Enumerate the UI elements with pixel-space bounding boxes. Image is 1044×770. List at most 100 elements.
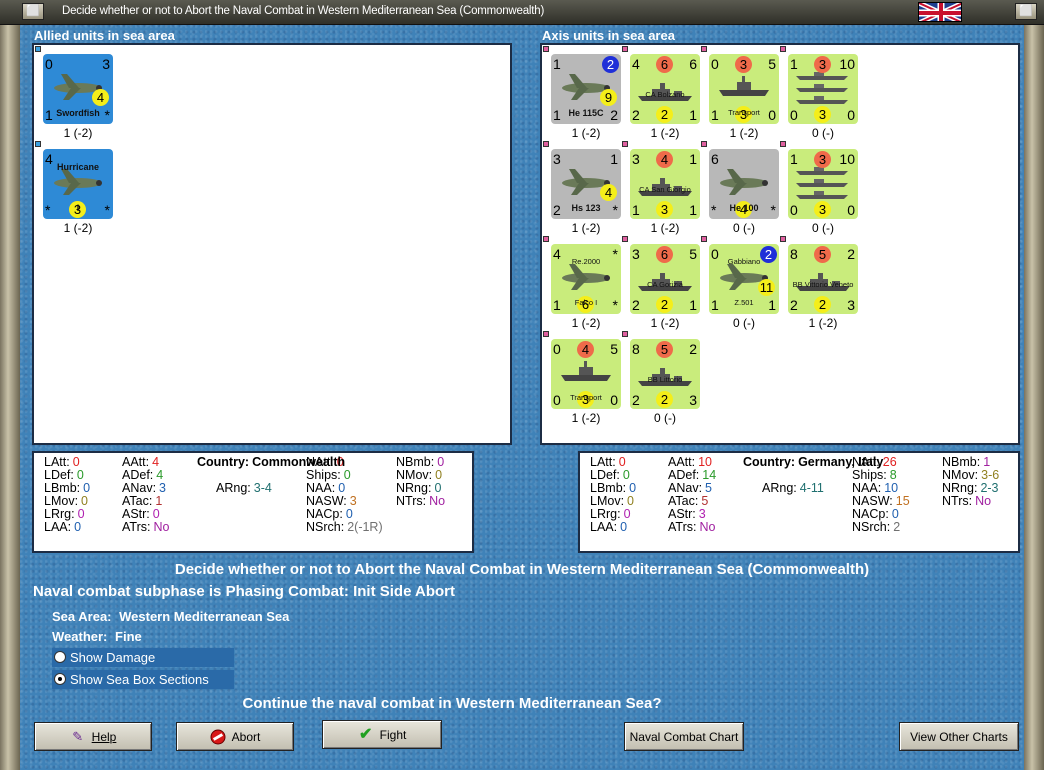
fight-button[interactable]: ✔ Fight — [322, 720, 442, 749]
stat-nasw: NASW: 15 — [852, 494, 910, 508]
stat-value: No — [429, 494, 446, 508]
unit-counter[interactable]: 0 5 1 0 3 3 Transport — [709, 54, 779, 124]
show-damage-radio[interactable] — [54, 651, 66, 663]
stat-label: NACp: — [852, 507, 889, 521]
unit-name: CA Gorizia — [647, 280, 683, 289]
unit-counter[interactable]: 0 1 1 2 11 Gabbiano Z.501 — [709, 244, 779, 314]
stat-value: 0 — [81, 494, 88, 508]
unit-marker-icon — [622, 236, 628, 242]
stat-value: 2-3 — [980, 481, 999, 495]
air-strength-circle: 2 — [602, 56, 619, 73]
stat-label: AAtt: — [122, 455, 150, 469]
naval-combat-chart-button[interactable]: Naval Combat Chart — [624, 722, 744, 751]
unit-counter[interactable]: 3 1 2 * 4 Hs 123 — [551, 149, 621, 219]
unit-counter[interactable]: 4 * * 3 Hurricane I — [43, 149, 113, 219]
range-value: 5 — [610, 341, 618, 357]
unit-name-line2: Falco I — [574, 298, 598, 307]
stat-nmov: NMov: 3-6 — [942, 468, 999, 482]
stat-label: AStr: — [668, 507, 696, 521]
help-button[interactable]: ✎ Help — [34, 722, 152, 751]
strength-circle: 6 — [656, 246, 673, 263]
unit-counter[interactable]: 1 10 0 0 3 3 — [788, 149, 858, 219]
unit-counter[interactable]: 8 2 2 3 5 2 BB Littorio — [630, 339, 700, 409]
stat-label: NASW: — [852, 494, 893, 508]
unit-counter[interactable]: 3 1 1 1 4 3 CA San Giorgio — [630, 149, 700, 219]
stat-value: 1 — [155, 494, 163, 508]
weather-row: Weather: Fine — [52, 629, 142, 644]
unit-counter[interactable]: 6 * * 4 He 100 — [709, 149, 779, 219]
unit-name: BB Vittorio Veneto — [792, 280, 854, 289]
stat-label: NAA: — [852, 481, 882, 495]
stat-latt: LAtt: 0 — [590, 455, 626, 469]
stat-label: ATrs: — [122, 520, 151, 534]
bottom-value-circle: 2 — [814, 296, 831, 313]
attack-value: 0 — [45, 56, 53, 72]
bottom-value-circle: 3 — [814, 106, 831, 123]
unit-name: Hurricane — [56, 162, 100, 172]
unit-caption: 0 (-) — [654, 411, 676, 425]
stat-value: 8 — [889, 468, 897, 482]
system-menu-button[interactable]: ⬜ — [22, 3, 44, 20]
stat-ntrs: NTrs: No — [942, 494, 991, 508]
unit-counter[interactable]: 8 2 2 3 5 2 BB Vittorio Veneto — [788, 244, 858, 314]
stat-label: ATrs: — [668, 520, 697, 534]
bottom-value-circle: 3 — [656, 201, 673, 218]
stat-label: AAtt: — [668, 455, 696, 469]
unit-caption: 1 (-2) — [650, 316, 680, 330]
unit-caption: 0 (-) — [733, 221, 755, 235]
unit-name: Gabbiano — [727, 257, 761, 266]
strength-circle: 6 — [656, 56, 673, 73]
sea-area-row: Sea Area: Western Mediterranean Sea — [52, 609, 289, 624]
unit-caption: 0 (-) — [812, 126, 834, 140]
stat-value: 0 — [72, 455, 80, 469]
unit-counter[interactable]: 0 3 1 * 4 Swordfish — [43, 54, 113, 124]
stat-atac: ATac: 5 — [668, 494, 708, 508]
unit-counter[interactable]: 0 5 0 0 4 3 Transport — [551, 339, 621, 409]
unit-marker-icon — [35, 46, 41, 52]
bottom-value-circle: 2 — [656, 391, 673, 408]
stat-value: 5 — [701, 494, 709, 508]
abort-button[interactable]: Abort — [176, 722, 294, 751]
show-sea-box-option[interactable]: Show Sea Box Sections — [52, 670, 234, 689]
close-window-button[interactable]: ⬜ — [1015, 3, 1037, 20]
range-value: 6 — [689, 56, 697, 72]
unit-counter[interactable]: 3 5 2 1 6 2 CA Gorizia — [630, 244, 700, 314]
stat-label: LRrg: — [590, 507, 621, 521]
stat-lrrg: LRrg: 0 — [44, 507, 85, 521]
stat-value: 3-6 — [981, 468, 1000, 482]
strength-circle: 3 — [814, 56, 831, 73]
country-value: Commonwealth — [252, 455, 346, 469]
unit-counter[interactable]: 4 * 1 * 6 Re.2000 Falco I — [551, 244, 621, 314]
stat-value: 3-4 — [253, 481, 272, 495]
country-value: Germany, Italy — [798, 455, 884, 469]
stat-anav: ANav: 3 — [122, 481, 166, 495]
defense-value: 2 — [790, 297, 798, 313]
show-damage-option[interactable]: Show Damage — [52, 648, 234, 667]
unit-counter[interactable]: 1 10 0 0 3 3 — [788, 54, 858, 124]
unit-name: He 100 — [729, 203, 759, 213]
attack-value: 1 — [553, 56, 561, 72]
stat-label: LAtt: — [590, 455, 616, 469]
stat-lrrg: LRrg: 0 — [590, 507, 631, 521]
unit-counter[interactable]: 1 1 2 2 9 He 115C — [551, 54, 621, 124]
stat-value: 0 — [627, 494, 634, 508]
unit-caption: 1 (-2) — [571, 316, 601, 330]
stat-atac: ATac: 1 — [122, 494, 162, 508]
stat-arng: ARng: 3-4 — [216, 481, 272, 495]
attack-value: 3 — [632, 246, 640, 262]
stat-lmov: LMov: 0 — [44, 494, 88, 508]
view-other-charts-button[interactable]: View Other Charts — [899, 722, 1019, 751]
weather-value: Fine — [115, 629, 142, 644]
stat-value: 0 — [338, 481, 346, 495]
defense-value: 2 — [632, 107, 640, 123]
show-sea-box-radio[interactable] — [54, 673, 66, 685]
attack-value: 8 — [632, 341, 640, 357]
unit-counter[interactable]: 4 6 2 1 6 2 CA Bolzano — [630, 54, 700, 124]
stat-label: NRng: — [942, 481, 978, 495]
unit-caption: 1 (-2) — [63, 221, 93, 235]
stat-label: NAA: — [306, 481, 336, 495]
stat-value: 0 — [83, 481, 91, 495]
strength-circle: 5 — [814, 246, 831, 263]
stat-nbmb: NBmb: 0 — [396, 455, 444, 469]
stat-label: ANav: — [668, 481, 703, 495]
